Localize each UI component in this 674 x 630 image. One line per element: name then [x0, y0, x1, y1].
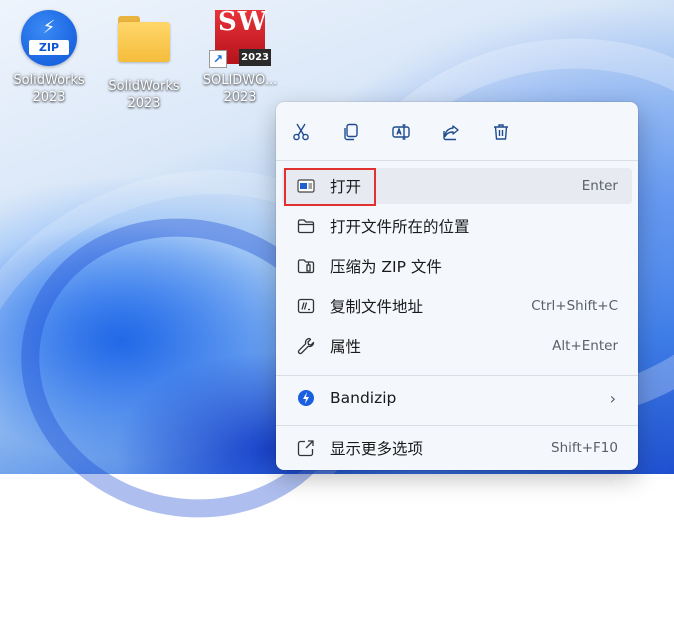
desktop-icon-label-line2: 2023 — [32, 90, 66, 105]
desktop-icon-solidworks-shortcut[interactable]: SW 2023 ↗ SOLIDWO... 2023 — [192, 8, 288, 106]
menu-item-label: Bandizip — [330, 389, 397, 407]
menu-item-label: 压缩为 ZIP 文件 — [330, 258, 442, 276]
shortcut-arrow-icon: ↗ — [209, 50, 227, 68]
share-button[interactable] — [434, 116, 468, 148]
folder-icon — [116, 16, 172, 62]
chevron-right-icon: › — [609, 388, 616, 408]
menu-divider — [276, 425, 638, 426]
zip-folder-icon — [294, 254, 318, 278]
bandizip-archive-icon: ⚡ ZIP — [21, 10, 77, 66]
menu-item-shortcut: Alt+Enter — [552, 338, 618, 354]
desktop-icon-solidworks-zip[interactable]: ⚡ ZIP SolidWorks 2023 — [1, 8, 97, 106]
open-window-icon — [294, 174, 318, 198]
menu-item-copy-path[interactable]: 复制文件地址 Ctrl+Shift+C — [282, 288, 632, 324]
context-menu-toolbar — [284, 116, 518, 148]
menu-item-show-more-options[interactable]: 显示更多选项 Shift+F10 — [282, 430, 632, 466]
desktop-icon-label: SOLIDWO... — [202, 73, 278, 88]
cut-icon — [293, 123, 309, 141]
menu-item-shortcut: Ctrl+Shift+C — [531, 298, 618, 314]
menu-item-label: 复制文件地址 — [330, 298, 424, 316]
cut-button[interactable] — [284, 116, 318, 148]
wrench-icon — [294, 334, 318, 358]
desktop-icon-solidworks-folder[interactable]: SolidWorks 2023 — [96, 8, 192, 112]
desktop-icon-label-line2: 2023 — [223, 90, 257, 105]
menu-item-shortcut: Enter — [581, 178, 618, 194]
solidworks-logo-icon: SW 2023 ↗ — [209, 9, 271, 68]
menu-item-label: 打开文件所在的位置 — [330, 218, 470, 236]
menu-item-open-file-location[interactable]: 打开文件所在的位置 — [282, 208, 632, 244]
share-icon — [443, 125, 459, 141]
menu-item-bandizip[interactable]: Bandizip › — [282, 380, 632, 416]
bandizip-icon — [294, 386, 318, 410]
rename-button[interactable] — [384, 116, 418, 148]
desktop-icon-label: SolidWorks — [13, 73, 85, 88]
context-menu: 打开 Enter 打开文件所在的位置 压缩为 ZIP 文件 复制文件地址 Ctr… — [276, 102, 638, 470]
menu-divider — [276, 375, 638, 376]
menu-item-open[interactable]: 打开 Enter — [282, 168, 632, 204]
folder-outline-icon — [294, 214, 318, 238]
menu-item-label: 显示更多选项 — [330, 440, 424, 458]
menu-item-shortcut: Shift+F10 — [551, 440, 618, 456]
copy-path-icon — [294, 294, 318, 318]
rename-icon — [392, 124, 410, 140]
copy-button[interactable] — [334, 116, 368, 148]
menu-item-compress-zip[interactable]: 压缩为 ZIP 文件 — [282, 248, 632, 284]
copy-icon — [344, 123, 358, 141]
delete-icon — [494, 124, 508, 140]
menu-item-label: 打开 — [330, 178, 362, 196]
menu-item-properties[interactable]: 属性 Alt+Enter — [282, 328, 632, 364]
desktop-icon-label-line2: 2023 — [127, 96, 161, 111]
show-more-icon — [294, 436, 318, 460]
menu-divider — [276, 160, 638, 161]
menu-item-label: 属性 — [330, 338, 362, 356]
delete-button[interactable] — [484, 116, 518, 148]
desktop-icon-label: SolidWorks — [108, 79, 180, 94]
